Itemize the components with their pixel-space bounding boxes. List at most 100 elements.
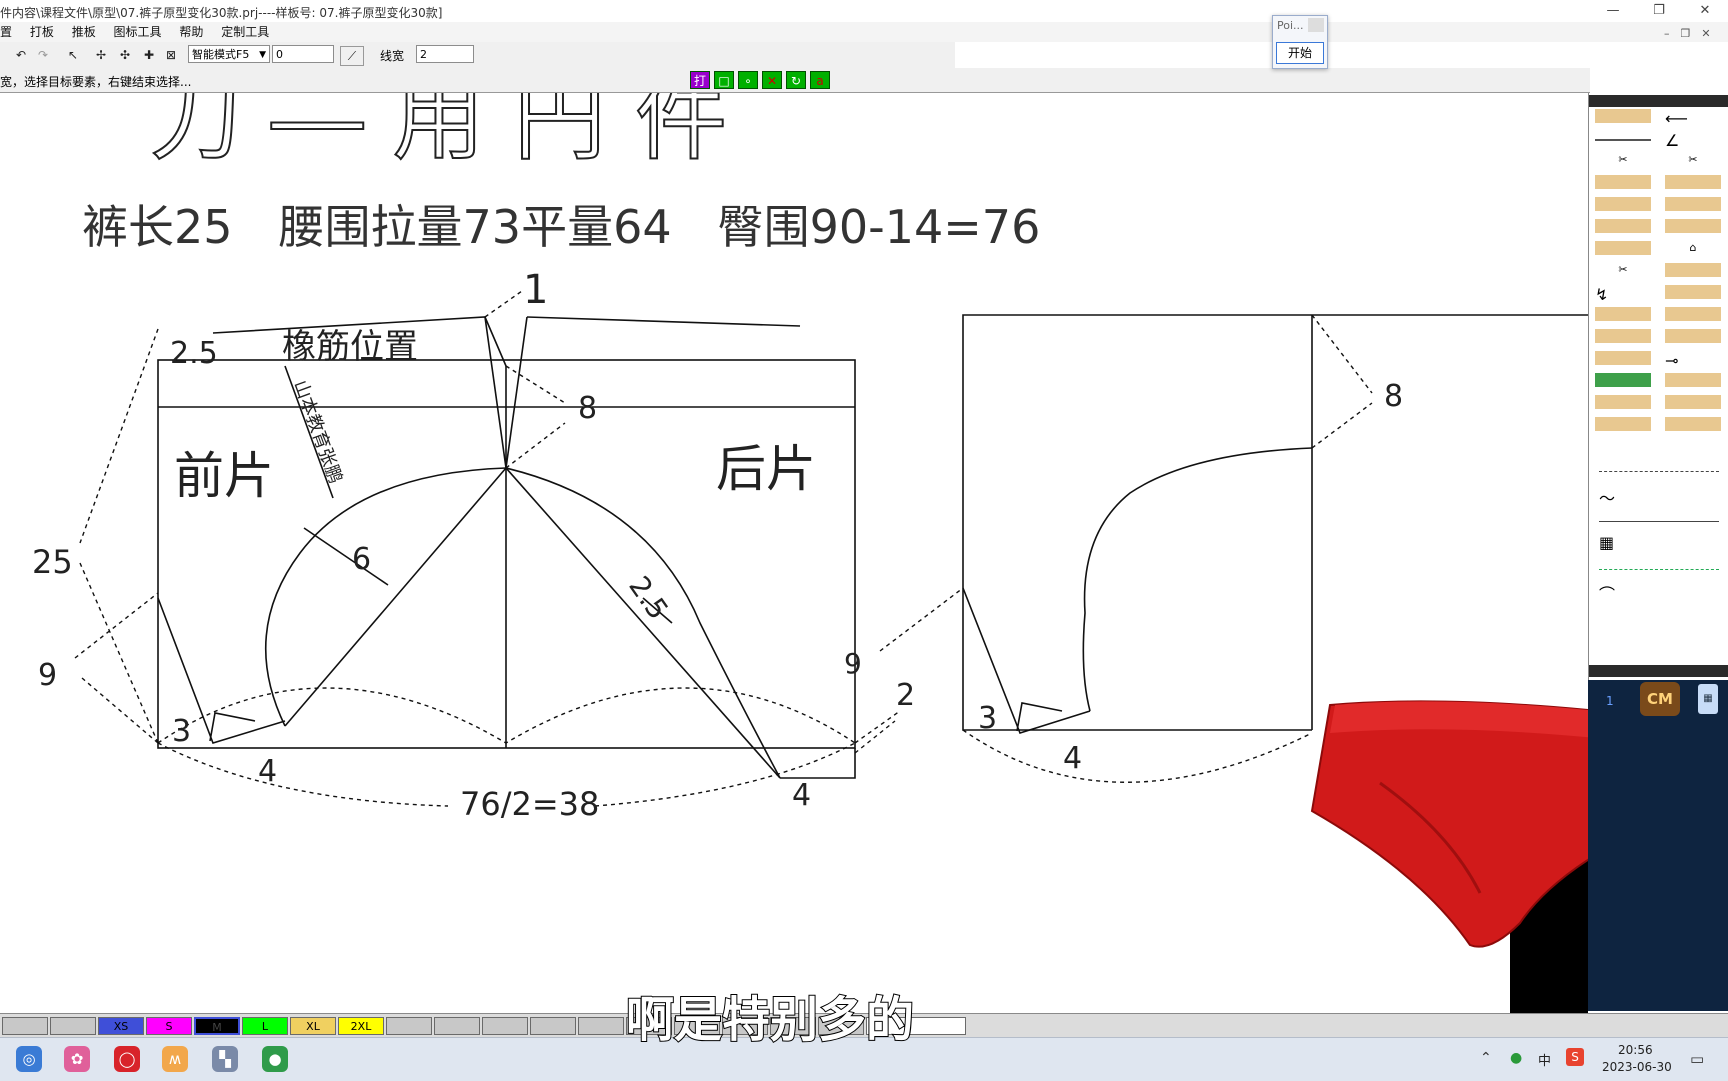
maximize-button[interactable]: ❐: [1636, 0, 1682, 22]
pleat-tool-icon[interactable]: [1595, 197, 1651, 211]
point-tool-icon[interactable]: ∘: [738, 71, 758, 89]
dash-2-line-b: [854, 720, 896, 754]
unit-button[interactable]: CM: [1640, 682, 1680, 716]
remove-allowance-icon[interactable]: [1665, 417, 1721, 431]
calculator-icon[interactable]: ▦: [1698, 684, 1718, 714]
close-button[interactable]: ✕: [1682, 0, 1728, 22]
ime-indicator[interactable]: 中: [1538, 1050, 1551, 1069]
pen-tool-icon[interactable]: ⟋: [340, 46, 364, 66]
label-front: 前片: [174, 447, 274, 505]
merge-piece-icon[interactable]: [1595, 329, 1651, 343]
linewidth-input[interactable]: 2: [416, 45, 474, 63]
size-m[interactable]: M: [194, 1017, 240, 1035]
chrome-app-icon[interactable]: ●: [262, 1046, 288, 1072]
seam-tool-icon[interactable]: [1595, 219, 1651, 233]
chat-app-icon[interactable]: ✿: [64, 1046, 90, 1072]
text-tool-icon[interactable]: a: [810, 71, 830, 89]
size-slot-empty[interactable]: [530, 1017, 576, 1035]
triangle-ruler-icon[interactable]: [1599, 509, 1719, 522]
scissor-tool-icon[interactable]: ✂: [1595, 153, 1651, 167]
add-point-icon[interactable]: ✚: [140, 46, 158, 64]
size-slot-empty[interactable]: [2, 1017, 48, 1035]
button-tool-icon[interactable]: [1595, 175, 1651, 189]
line-tool-icon[interactable]: [1595, 139, 1651, 141]
curve-piece-icon[interactable]: [1665, 285, 1721, 299]
chevron-down-icon: ▼: [259, 50, 266, 60]
minimize-button[interactable]: —: [1590, 0, 1636, 22]
menu-item-grading[interactable]: 推板: [72, 22, 96, 42]
pencil-tool-icon[interactable]: [1595, 109, 1651, 123]
mirror-piece-icon[interactable]: [1665, 307, 1721, 321]
undo-icon[interactable]: ↶: [12, 46, 30, 64]
pin-tool-icon[interactable]: ⊸: [1665, 351, 1721, 370]
menu-item-pattern[interactable]: 打板: [30, 22, 54, 42]
size-slot-empty[interactable]: [434, 1017, 480, 1035]
mode-select[interactable]: 智能模式F5 ▼: [188, 45, 270, 63]
rotate-tool-icon[interactable]: ↻: [786, 71, 806, 89]
drawing-canvas[interactable]: 刀 ― 用 円 件 裤长25 腰围拉量73平量64 臀围90-14=76 1 2…: [0, 93, 1588, 1013]
dart-tool-icon[interactable]: ⟵: [1665, 109, 1721, 128]
adjust-point-icon[interactable]: ✣: [116, 46, 134, 64]
clock-date[interactable]: 2023-06-30: [1602, 1060, 1672, 1074]
size-slot-empty[interactable]: [50, 1017, 96, 1035]
design-app-icon[interactable]: ʍ: [162, 1046, 188, 1072]
fold-tool-icon[interactable]: [1665, 197, 1721, 211]
delete-point-icon[interactable]: ⊠: [162, 46, 180, 64]
arc-ruler-icon[interactable]: ⌒: [1599, 581, 1719, 604]
menu-item-icon-tools[interactable]: 图标工具: [114, 22, 162, 42]
poi-close-button[interactable]: [1308, 18, 1324, 32]
text-label-icon[interactable]: [1595, 373, 1651, 387]
angle-tool-icon[interactable]: ∠: [1665, 131, 1721, 150]
select-arrow-icon[interactable]: ↖: [64, 46, 82, 64]
size-l[interactable]: L: [242, 1017, 288, 1035]
label-dim-4a: 4: [258, 754, 277, 789]
marker-tool-icon[interactable]: [1665, 373, 1721, 387]
sewing-machine-icon[interactable]: ⌂: [1665, 241, 1721, 255]
wps-tray-icon[interactable]: S: [1566, 1048, 1584, 1066]
delete-piece-icon[interactable]: [1595, 351, 1651, 365]
taper-tool-icon[interactable]: [1665, 219, 1721, 233]
menu-item-custom-tools[interactable]: 定制工具: [221, 22, 269, 42]
garment-cad-app-icon[interactable]: ▚: [212, 1046, 238, 1072]
clamp-tool-icon[interactable]: ✂: [1665, 153, 1721, 167]
poi-start-button[interactable]: 开始: [1276, 42, 1324, 64]
rotate-piece-icon[interactable]: ↯: [1595, 285, 1651, 304]
split-tool-icon[interactable]: [1665, 263, 1721, 277]
buttonhole-tool-icon[interactable]: [1665, 175, 1721, 189]
tray-chevron-up-icon[interactable]: ⌃: [1480, 1050, 1492, 1066]
move-piece-icon[interactable]: [1595, 307, 1651, 321]
seam-allowance-icon[interactable]: [1595, 395, 1651, 409]
size-xs[interactable]: XS: [98, 1017, 144, 1035]
move-point-icon[interactable]: ✢: [92, 46, 110, 64]
menu-item-settings[interactable]: 置: [0, 22, 12, 42]
cross-tool-icon[interactable]: ✕: [762, 71, 782, 89]
grain-line-icon[interactable]: [1595, 417, 1651, 431]
curve-ruler-icon[interactable]: 〜: [1599, 485, 1719, 508]
clock-time[interactable]: 20:56: [1618, 1043, 1653, 1057]
poi-title: Poi...: [1277, 19, 1304, 32]
measure-tools: 〜 ▦ ⌒: [1599, 453, 1719, 604]
size-slot-empty[interactable]: [482, 1017, 528, 1035]
video-app-icon[interactable]: ◯: [114, 1046, 140, 1072]
menu-item-help[interactable]: 帮助: [179, 22, 203, 42]
mdi-window-controls[interactable]: – ❐ ✕: [1664, 25, 1711, 41]
notification-icon[interactable]: ▭: [1690, 1050, 1704, 1068]
size-2xl[interactable]: 2XL: [338, 1017, 384, 1035]
ruler-tool-icon[interactable]: [1599, 459, 1719, 472]
wechat-tray-icon[interactable]: ●: [1510, 1050, 1522, 1066]
cut-tool-icon[interactable]: ✂: [1595, 263, 1651, 277]
redo-icon[interactable]: ↷: [34, 46, 52, 64]
status-line: 宽，选择目标要素，右键结束选择... 打 □ ∘ ✕ ↻ a: [0, 68, 1590, 93]
mode-value-input[interactable]: 0: [272, 45, 334, 63]
print-button[interactable]: 打: [690, 71, 710, 89]
size-xl[interactable]: XL: [290, 1017, 336, 1035]
notch-tool-icon[interactable]: [1595, 241, 1651, 255]
tape-measure-icon[interactable]: [1599, 557, 1719, 570]
browser-app-icon[interactable]: ◎: [16, 1046, 42, 1072]
size-s[interactable]: S: [146, 1017, 192, 1035]
bend-piece-icon[interactable]: [1665, 329, 1721, 343]
corner-tool-icon[interactable]: [1665, 395, 1721, 409]
size-slot-empty[interactable]: [386, 1017, 432, 1035]
rectangle-tool-icon[interactable]: □: [714, 71, 734, 89]
grid-ruler-icon[interactable]: ▦: [1599, 533, 1719, 552]
